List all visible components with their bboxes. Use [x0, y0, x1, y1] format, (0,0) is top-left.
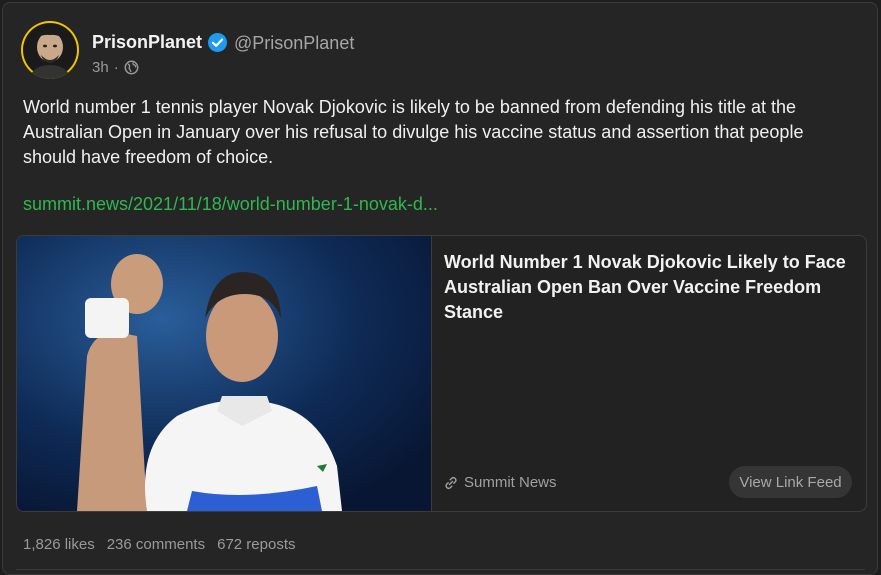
card-title[interactable]: World Number 1 Novak Djokovic Likely to …: [444, 250, 854, 325]
card-source[interactable]: Summit News: [444, 474, 557, 491]
author-handle[interactable]: @PrisonPlanet: [234, 33, 354, 54]
avatar[interactable]: [21, 21, 79, 79]
card-divider: [431, 236, 432, 511]
post-meta: 3h ·: [92, 59, 139, 76]
divider: [16, 569, 865, 570]
meta-separator: ·: [113, 59, 119, 76]
link-preview-image[interactable]: [17, 236, 431, 511]
view-link-feed-button[interactable]: View Link Feed: [729, 466, 852, 498]
link-preview-card[interactable]: World Number 1 Novak Djokovic Likely to …: [16, 235, 867, 512]
verified-badge-icon: [207, 32, 228, 53]
likes-count[interactable]: 1,826 likes: [23, 536, 95, 553]
post-body: World number 1 tennis player Novak Djoko…: [23, 97, 804, 167]
author-name[interactable]: PrisonPlanet: [92, 32, 202, 53]
post-stats: 1,826 likes 236 comments 672 reposts: [23, 536, 296, 553]
globe-icon: [124, 60, 139, 75]
reposts-count[interactable]: 672 reposts: [217, 536, 295, 553]
comments-count[interactable]: 236 comments: [107, 536, 205, 553]
post-link[interactable]: summit.news/2021/11/18/world-number-1-no…: [23, 194, 438, 215]
link-icon: [444, 476, 458, 490]
card-source-label: Summit News: [464, 474, 557, 491]
post-card: PrisonPlanet @PrisonPlanet 3h · World nu…: [2, 2, 878, 575]
post-time[interactable]: 3h: [92, 59, 109, 76]
